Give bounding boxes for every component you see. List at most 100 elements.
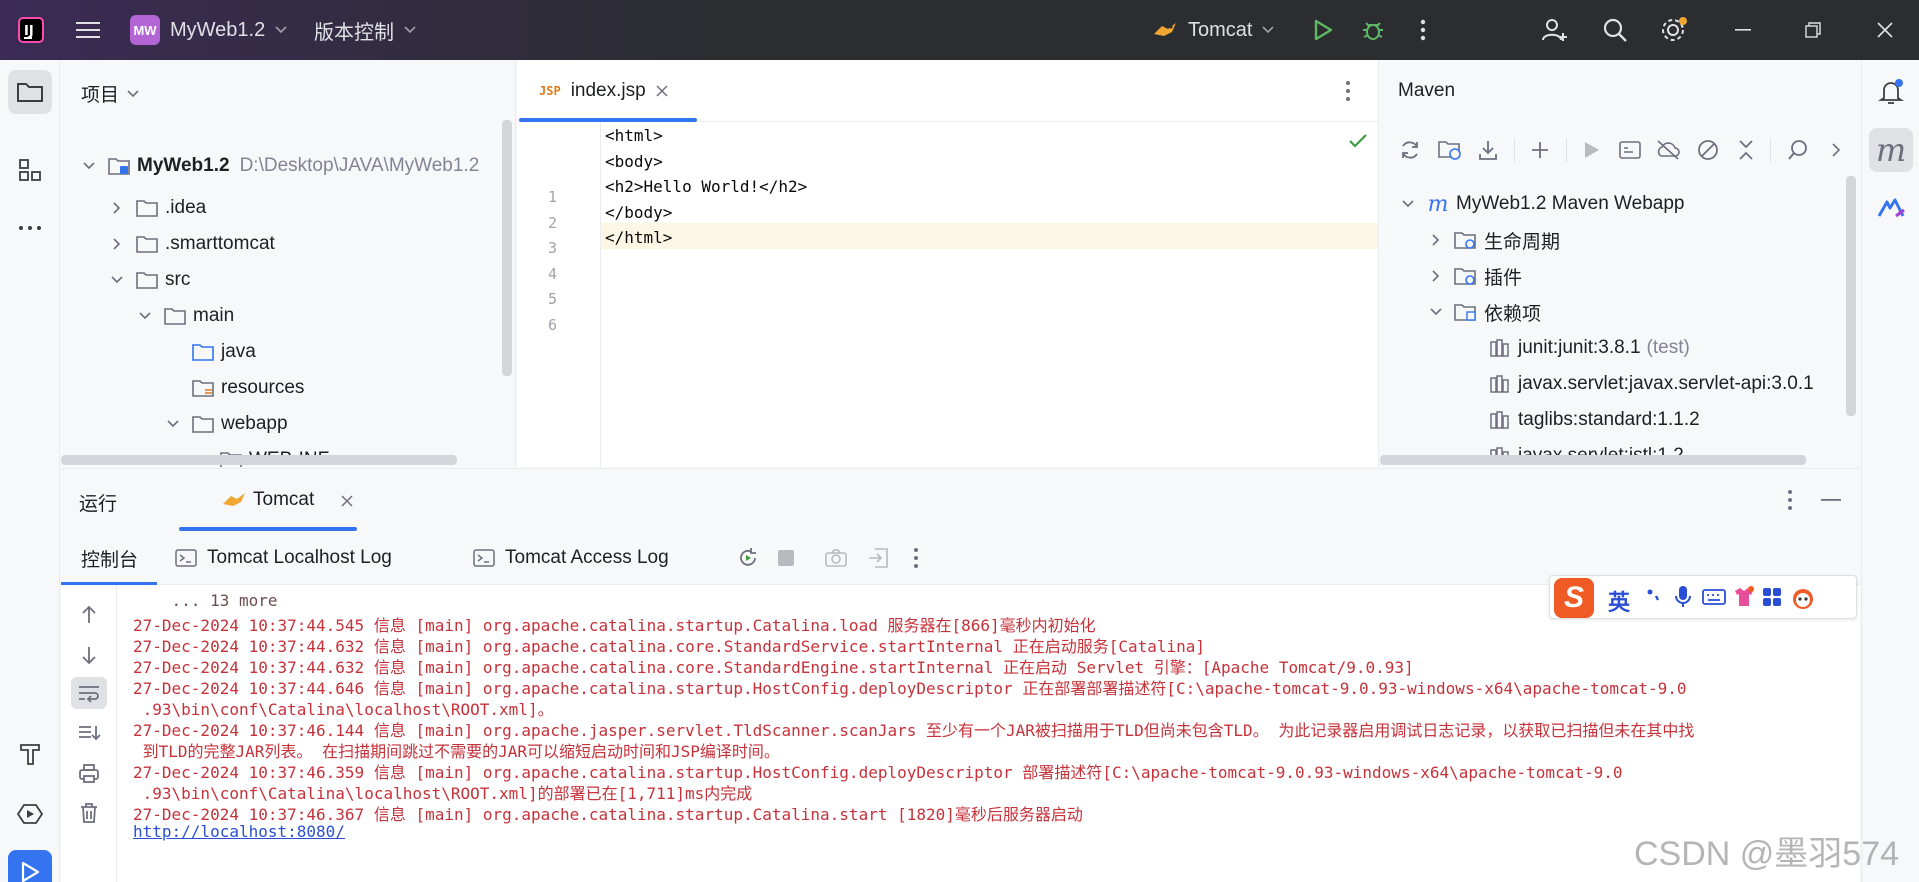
maven-group-label: 插件	[1484, 267, 1523, 289]
tree-row-smarttomcat[interactable]: .smarttomcat	[107, 226, 275, 262]
collapse-all-icon[interactable]	[1732, 136, 1760, 164]
tree-row-java[interactable]: java	[191, 334, 256, 370]
microphone-icon[interactable]	[1674, 585, 1692, 609]
console-output[interactable]: ... 13 more 27-Dec-2024 10:37:44.545 信息 …	[117, 585, 1860, 882]
project-panel-header[interactable]: 项目	[81, 80, 139, 107]
project-tool-button[interactable]	[8, 70, 52, 114]
hide-window-icon[interactable]	[1821, 499, 1841, 501]
exit-icon[interactable]	[867, 547, 889, 569]
subtab-localhost-log[interactable]: Tomcat Localhost Log	[175, 531, 392, 585]
project-horizontal-scrollbar[interactable]	[61, 455, 457, 465]
notifications-button[interactable]	[1869, 70, 1913, 114]
chevron-right-icon[interactable]	[1426, 266, 1446, 286]
close-tab-icon[interactable]	[341, 495, 353, 507]
keyboard-icon[interactable]	[1702, 587, 1726, 607]
chevron-down-icon[interactable]	[163, 414, 183, 434]
chevron-right-icon[interactable]	[1822, 136, 1850, 164]
run-maven-icon[interactable]	[1578, 136, 1606, 164]
maven-tool-button[interactable]: m	[1869, 128, 1913, 172]
minimize-window-icon[interactable]	[1728, 0, 1758, 60]
maven-group-row[interactable]: 生命周期	[1426, 222, 1560, 258]
add-user-icon[interactable]	[1538, 0, 1572, 60]
more-tools-button[interactable]	[8, 206, 52, 250]
project-selector[interactable]: MW MyWeb1.2	[130, 0, 287, 60]
scroll-up-icon[interactable]	[71, 599, 107, 631]
maven-group-row[interactable]: 依赖项	[1426, 294, 1541, 330]
chevron-down-icon[interactable]	[1426, 302, 1446, 322]
run-button[interactable]	[1308, 0, 1338, 60]
subtab-access-log[interactable]: Tomcat Access Log	[473, 531, 669, 585]
dependency-row[interactable]: junit:junit:3.8.1 (test)	[1488, 330, 1690, 366]
scroll-down-icon[interactable]	[71, 639, 107, 671]
print-icon[interactable]	[71, 757, 107, 789]
run-tab-tomcat[interactable]: Tomcat	[159, 469, 357, 531]
subtab-console[interactable]: 控制台	[61, 531, 157, 585]
tree-row-root[interactable]: MyWeb1.2 D:\Desktop\JAVA\MyWeb1.2	[79, 148, 479, 184]
close-tab-icon[interactable]	[656, 85, 668, 97]
terminal-icon	[175, 549, 197, 567]
run-tool-button[interactable]	[8, 850, 52, 882]
chevron-down-icon[interactable]	[107, 270, 127, 290]
analyze-dependencies-icon[interactable]	[1784, 136, 1812, 164]
ai-assistant-button[interactable]	[1869, 186, 1913, 230]
run-config-selector[interactable]: Tomcat	[1152, 0, 1275, 60]
sogou-logo[interactable]: S	[1554, 578, 1594, 618]
dependency-row[interactable]: taglibs:standard:1.1.2	[1488, 402, 1700, 438]
chevron-right-icon[interactable]	[107, 198, 127, 218]
ime-mode-label[interactable]: 英	[1608, 585, 1630, 617]
maven-project-row[interactable]: m MyWeb1.2 Maven Webapp	[1398, 186, 1684, 222]
structure-tool-button[interactable]	[8, 148, 52, 192]
punctuation-icon[interactable]	[1646, 586, 1662, 606]
settings-gear-icon[interactable]	[1656, 0, 1692, 60]
skip-tests-icon[interactable]	[1694, 136, 1722, 164]
localhost-link[interactable]: http://localhost:8080/	[133, 822, 345, 841]
execute-goal-icon[interactable]	[1616, 136, 1644, 164]
add-icon[interactable]	[1526, 136, 1554, 164]
editor-more-icon[interactable]	[1345, 80, 1351, 102]
editor-tab-index-jsp[interactable]: JSP index.jsp	[517, 60, 697, 122]
app-logo-icon[interactable]: IJ	[14, 0, 48, 60]
skin-icon[interactable]	[1732, 585, 1756, 609]
project-vertical-scrollbar[interactable]	[502, 120, 512, 376]
services-tool-button[interactable]	[8, 792, 52, 836]
tree-row-src[interactable]: src	[107, 262, 190, 298]
rerun-icon[interactable]	[737, 547, 759, 569]
more-actions-icon[interactable]	[1408, 0, 1438, 60]
trash-icon[interactable]	[71, 797, 107, 829]
maven-vertical-scrollbar[interactable]	[1846, 176, 1856, 416]
reload-icon[interactable]	[1396, 136, 1424, 164]
tree-row-webapp[interactable]: webapp	[163, 406, 288, 442]
dependency-row[interactable]: javax.servlet:javax.servlet-api:3.0.1	[1488, 366, 1814, 402]
camera-icon[interactable]	[825, 548, 847, 568]
reload-project-icon[interactable]	[1436, 136, 1464, 164]
tree-row-resources[interactable]: resources	[191, 370, 304, 406]
offline-mode-icon[interactable]	[1654, 136, 1682, 164]
maven-group-row[interactable]: 插件	[1426, 258, 1522, 294]
chevron-down-icon[interactable]	[79, 156, 99, 176]
download-icon[interactable]	[1474, 136, 1502, 164]
close-window-icon[interactable]	[1870, 0, 1900, 60]
chevron-down-icon[interactable]	[135, 306, 155, 326]
maven-horizontal-scrollbar[interactable]	[1380, 455, 1806, 465]
main-menu-icon[interactable]	[70, 0, 106, 60]
tree-row-idea[interactable]: .idea	[107, 190, 206, 226]
soft-wrap-icon[interactable]	[71, 677, 107, 709]
search-icon[interactable]	[1598, 0, 1632, 60]
toolbox-icon[interactable]	[1762, 587, 1782, 607]
restore-window-icon[interactable]	[1798, 0, 1828, 60]
build-tool-button[interactable]	[8, 732, 52, 776]
console-more-icon[interactable]	[913, 547, 919, 569]
no-problems-check-icon[interactable]	[1349, 134, 1367, 148]
chevron-down-icon[interactable]	[1398, 194, 1418, 214]
code-area[interactable]: <html> <body> <h2>Hello World!</h2> </bo…	[517, 122, 1378, 467]
run-tab-label: Tomcat	[253, 489, 315, 510]
tree-row-main[interactable]: main	[135, 298, 234, 334]
scroll-to-end-icon[interactable]	[71, 717, 107, 749]
run-more-icon[interactable]	[1787, 489, 1793, 511]
chevron-right-icon[interactable]	[107, 234, 127, 254]
mascot-icon[interactable]	[1790, 585, 1816, 611]
stop-icon[interactable]	[777, 549, 795, 567]
chevron-right-icon[interactable]	[1426, 230, 1446, 250]
debug-button[interactable]	[1358, 0, 1388, 60]
vcs-selector[interactable]: 版本控制	[314, 0, 416, 60]
